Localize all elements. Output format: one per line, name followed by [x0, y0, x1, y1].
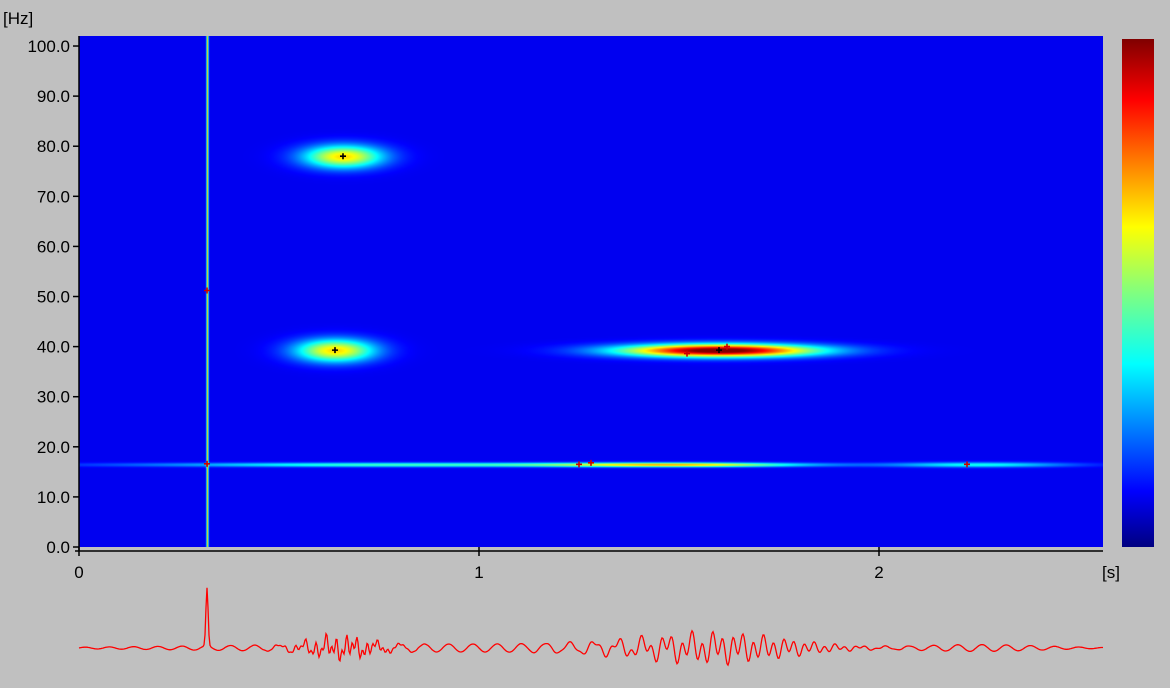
- colorbar: [1122, 39, 1154, 547]
- y-axis-ticks: 0.0 10.0 20.0 30.0 40.0 50.0 60.0 70.0 80.0 90.0 1…: [27, 37, 79, 557]
- x-axis-label: [s]: [1102, 563, 1120, 582]
- y-tick-label: 40.0: [37, 338, 70, 357]
- y-tick-label: 70.0: [37, 187, 70, 206]
- y-tick-label: 0.0: [46, 538, 70, 557]
- y-tick-label: 90.0: [37, 87, 70, 106]
- y-tick-label: 50.0: [37, 288, 70, 307]
- y-axis-label: [Hz]: [3, 9, 33, 28]
- chart-area: [Hz] [s] 0.0 10.0 20.0 30.0 40.0 50.0 60.0 70.0…: [3, 9, 1154, 667]
- y-tick-label: 100.0: [27, 37, 70, 56]
- y-tick-label: 80.0: [37, 137, 70, 156]
- y-tick-label: 30.0: [37, 388, 70, 407]
- y-tick-label: 20.0: [37, 438, 70, 457]
- x-tick-label: 0: [74, 563, 83, 582]
- heatmap-plot: [79, 36, 1103, 547]
- x-axis-ticks: 0 1 2: [74, 547, 884, 582]
- y-tick-label: 60.0: [37, 237, 70, 256]
- signal-trace: [78, 587, 1103, 667]
- x-tick-label: 2: [874, 563, 883, 582]
- y-tick-label: 10.0: [37, 488, 70, 507]
- x-tick-label: 1: [474, 563, 483, 582]
